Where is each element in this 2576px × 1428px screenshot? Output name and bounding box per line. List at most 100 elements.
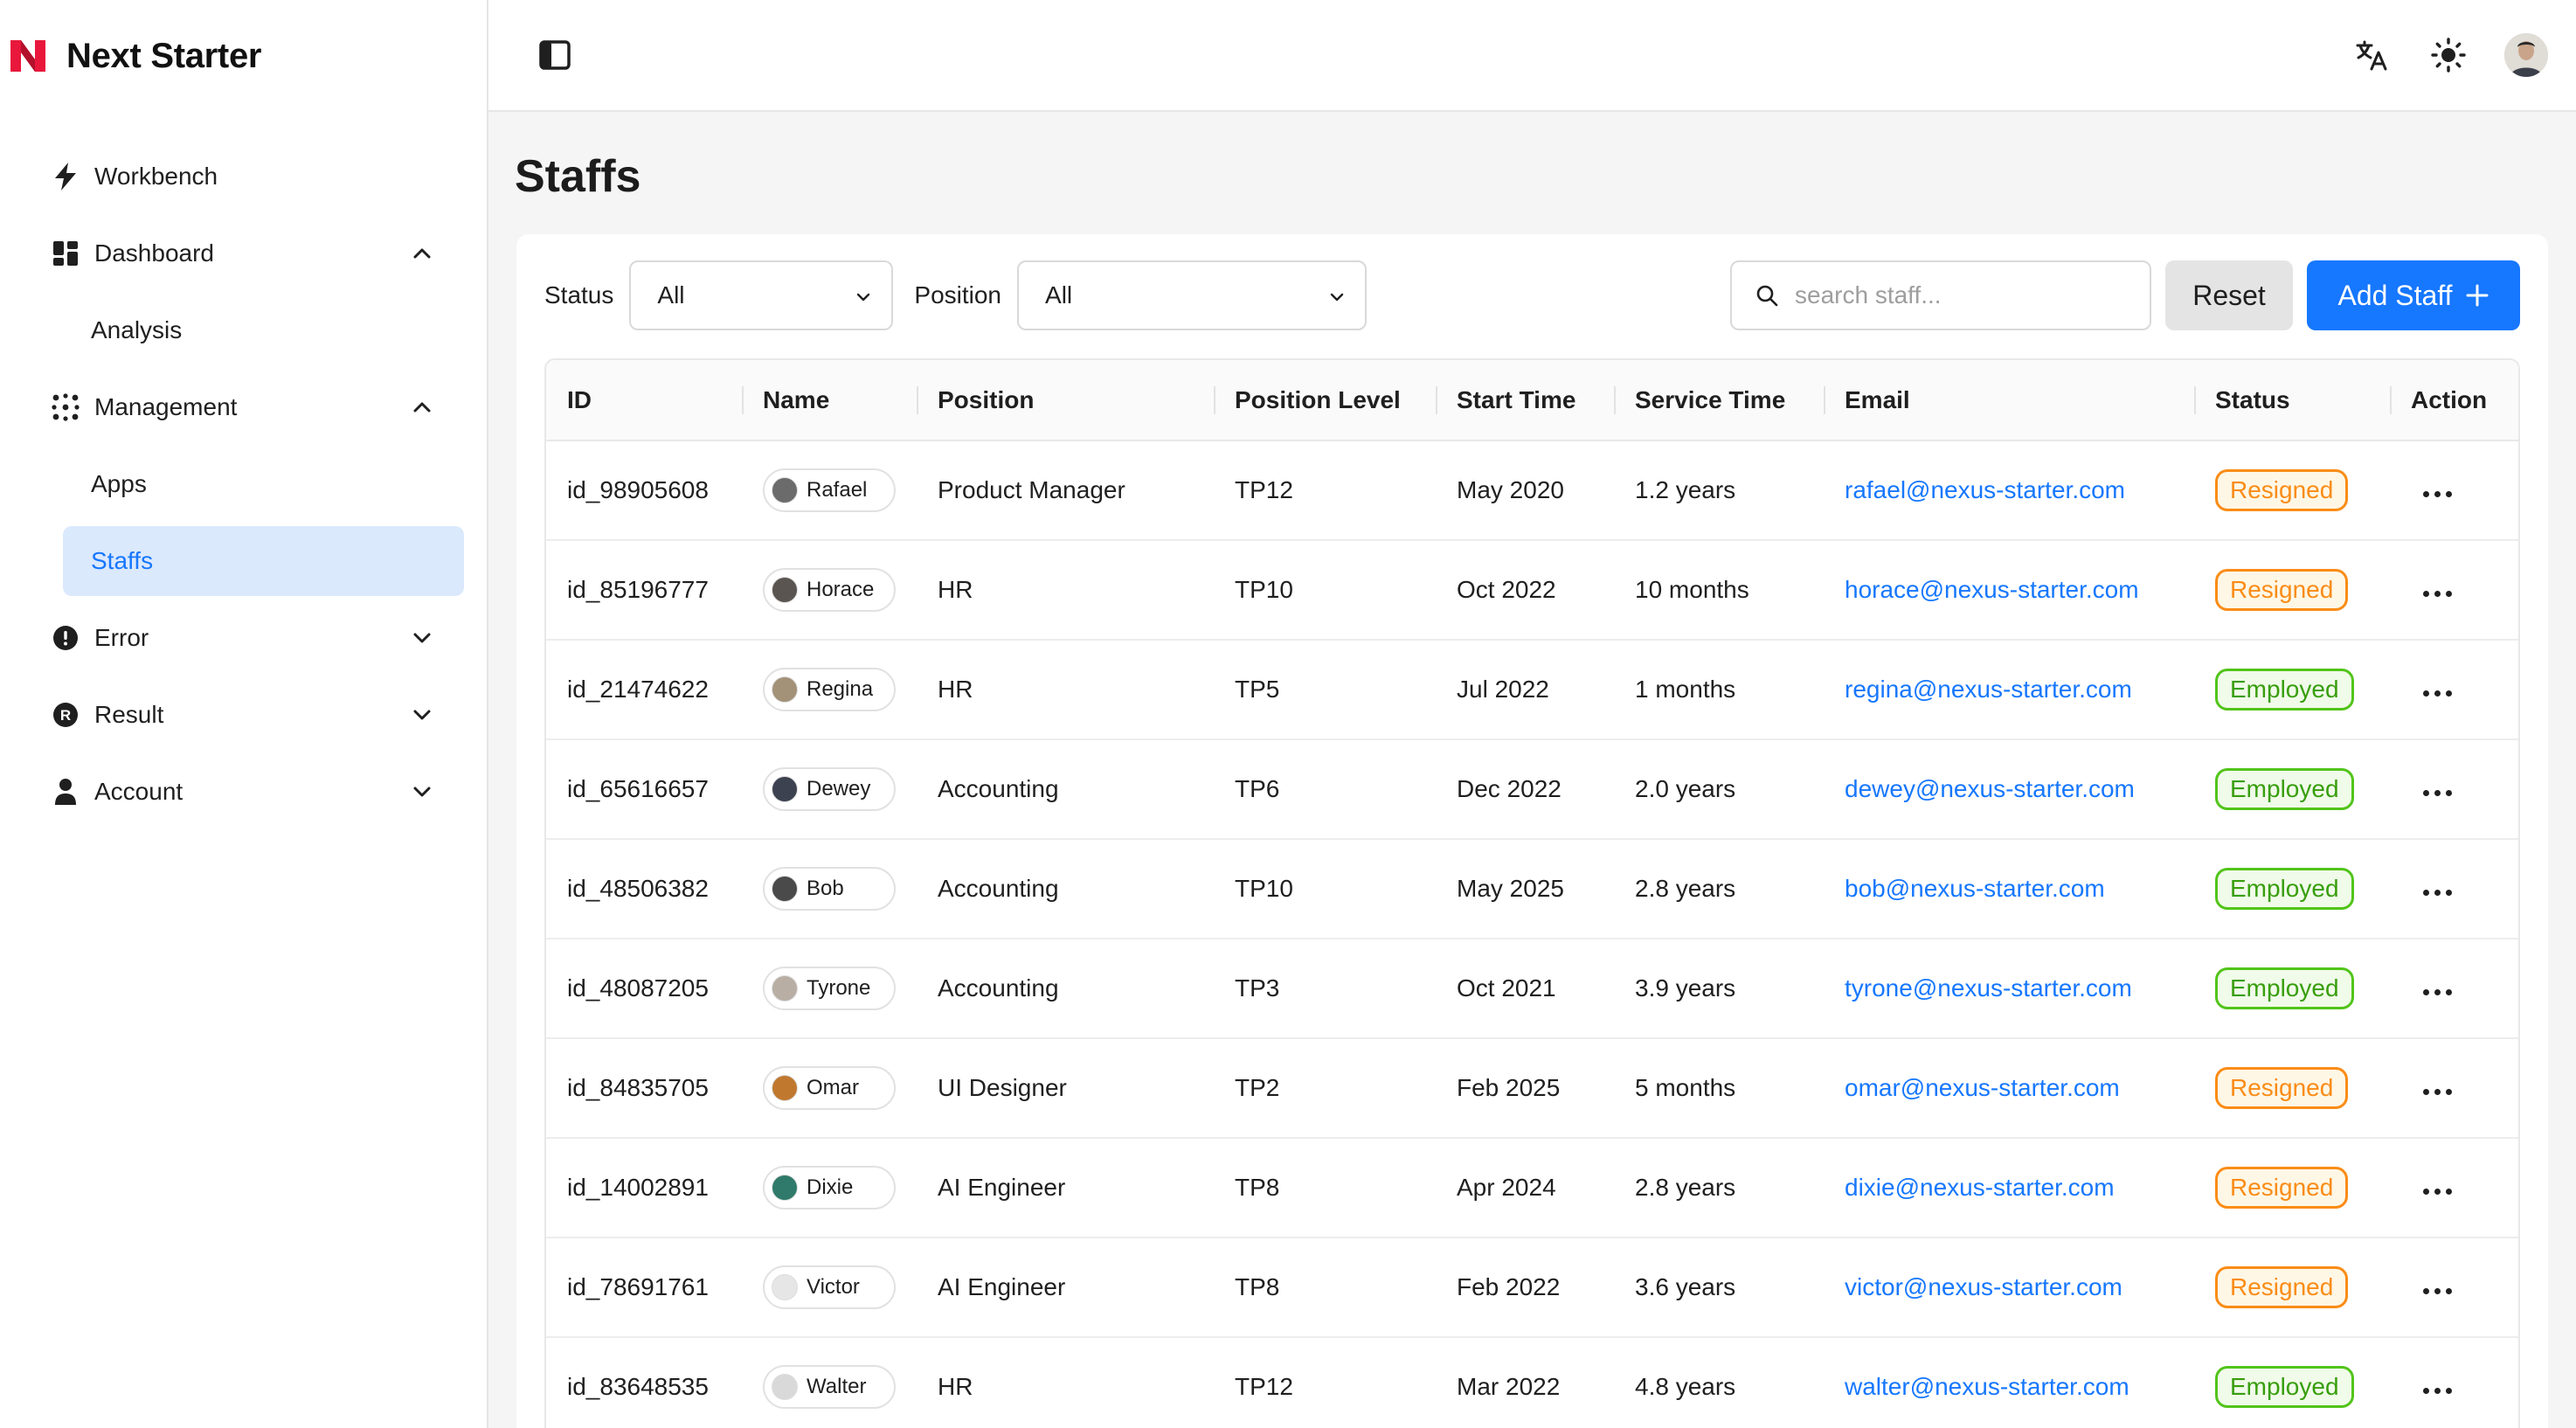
column-header[interactable]: Position: [917, 360, 1214, 441]
staff-email-link[interactable]: bob@nexus-starter.com: [1845, 875, 2105, 902]
sidebar-item-workbench[interactable]: Workbench: [38, 142, 460, 211]
table-row[interactable]: id_21474622 Regina HR TP5 Jul 2022 1 mon…: [546, 640, 2518, 740]
staff-start-time: Dec 2022: [1436, 739, 1614, 840]
reset-button[interactable]: Reset: [2165, 260, 2293, 330]
staff-email-link[interactable]: regina@nexus-starter.com: [1845, 676, 2132, 703]
brand[interactable]: Next Starter: [0, 0, 487, 112]
sidebar-item-management[interactable]: Management: [38, 372, 460, 442]
staff-email-link[interactable]: rafael@nexus-starter.com: [1845, 476, 2125, 503]
position-select[interactable]: All: [1017, 260, 1368, 330]
staff-email-link[interactable]: victor@nexus-starter.com: [1845, 1273, 2122, 1300]
table-row[interactable]: id_98905608 Rafael Product Manager TP12 …: [546, 440, 2518, 541]
sidebar-item-analysis[interactable]: Analysis: [63, 295, 464, 365]
sidebar-item-staffs[interactable]: Staffs: [63, 526, 464, 596]
staff-email-link[interactable]: horace@nexus-starter.com: [1845, 576, 2139, 603]
theme-toggle-button[interactable]: [2427, 34, 2469, 76]
chevron-down-icon: [1330, 293, 1344, 302]
user-avatar[interactable]: [2504, 33, 2548, 77]
table-row[interactable]: id_78691761 Victor AI Engineer TP8 Feb 2…: [546, 1237, 2518, 1338]
filter-bar: Status All Position All search staff... …: [544, 260, 2520, 330]
staff-start-time: Feb 2022: [1436, 1237, 1614, 1338]
sidebar-toggle-button[interactable]: [527, 27, 583, 83]
column-header[interactable]: ID: [546, 360, 742, 441]
more-actions-icon[interactable]: [2411, 582, 2464, 606]
more-actions-icon[interactable]: [2411, 1279, 2464, 1303]
staff-name-chip[interactable]: Bob: [763, 867, 896, 911]
more-actions-icon[interactable]: [2411, 1080, 2464, 1104]
more-actions-icon[interactable]: [2411, 981, 2464, 1004]
staff-status-cell: Resigned: [2194, 1237, 2390, 1338]
staff-email-cell: walter@nexus-starter.com: [1824, 1337, 2194, 1428]
column-header[interactable]: Start Time: [1436, 360, 1614, 441]
more-actions-icon[interactable]: [2411, 682, 2464, 705]
staff-avatar: [772, 676, 798, 703]
more-actions-icon[interactable]: [2411, 482, 2464, 506]
staff-avatar: [772, 1374, 798, 1400]
column-separator: [1824, 386, 1825, 414]
staff-email-link[interactable]: dewey@nexus-starter.com: [1845, 775, 2135, 802]
table-row[interactable]: id_14002891 Dixie AI Engineer TP8 Apr 20…: [546, 1138, 2518, 1238]
staff-name-chip[interactable]: Horace: [763, 568, 896, 612]
staff-email-cell: bob@nexus-starter.com: [1824, 839, 2194, 939]
sidebar-item-error[interactable]: Error: [38, 603, 460, 673]
column-header-label: Position Level: [1235, 385, 1401, 413]
staff-name-chip[interactable]: Dixie: [763, 1166, 896, 1210]
staff-email-link[interactable]: omar@nexus-starter.com: [1845, 1074, 2120, 1101]
app-root: Next Starter Workbench Dashboard Analysi…: [0, 0, 2576, 1428]
staff-name-chip[interactable]: Walter: [763, 1365, 896, 1409]
column-header-label: Position: [938, 385, 1035, 413]
staff-email-link[interactable]: dixie@nexus-starter.com: [1845, 1174, 2115, 1201]
staff-id: id_78691761: [546, 1237, 742, 1338]
column-header[interactable]: Status: [2194, 360, 2390, 441]
staff-name-chip[interactable]: Omar: [763, 1066, 896, 1110]
staff-start-time: May 2020: [1436, 440, 1614, 541]
column-separator: [742, 386, 744, 414]
staff-start-time: May 2025: [1436, 839, 1614, 939]
staff-name-chip[interactable]: Dewey: [763, 767, 896, 811]
staff-service-time: 1 months: [1614, 640, 1824, 740]
staff-name: Walter: [807, 1375, 867, 1398]
staff-table: ID Name Position Position Level Start Ti…: [546, 360, 2518, 1428]
staff-name-chip[interactable]: Regina: [763, 668, 896, 711]
column-header[interactable]: Service Time: [1614, 360, 1824, 441]
staff-name-chip[interactable]: Rafael: [763, 468, 896, 512]
column-separator: [1614, 386, 1616, 414]
add-staff-button[interactable]: Add Staff: [2307, 260, 2520, 330]
staff-id: id_48087205: [546, 939, 742, 1039]
column-header[interactable]: Position Level: [1214, 360, 1436, 441]
language-button[interactable]: [2351, 34, 2392, 76]
staff-level: TP3: [1214, 939, 1436, 1039]
staff-email-link[interactable]: walter@nexus-starter.com: [1845, 1373, 2129, 1400]
more-actions-icon[interactable]: [2411, 781, 2464, 805]
table-row[interactable]: id_48087205 Tyrone Accounting TP3 Oct 20…: [546, 939, 2518, 1039]
staff-email-link[interactable]: tyrone@nexus-starter.com: [1845, 974, 2132, 1002]
column-separator: [917, 386, 918, 414]
page-content: Staffs Status All Position All search st…: [488, 112, 2576, 1428]
sidebar-item-account[interactable]: Account: [38, 757, 460, 827]
staff-name-chip[interactable]: Tyrone: [763, 967, 896, 1010]
sidebar-item-dashboard[interactable]: Dashboard: [38, 218, 460, 288]
column-header-label: Start Time: [1457, 385, 1576, 413]
staff-action-cell: [2390, 640, 2518, 740]
more-actions-icon[interactable]: [2411, 1180, 2464, 1203]
staff-name-chip[interactable]: Victor: [763, 1265, 896, 1309]
table-row[interactable]: id_83648535 Walter HR TP12 Mar 2022 4.8 …: [546, 1337, 2518, 1428]
table-row[interactable]: id_65616657 Dewey Accounting TP6 Dec 202…: [546, 739, 2518, 840]
status-select[interactable]: All: [629, 260, 894, 330]
column-header[interactable]: Name: [742, 360, 917, 441]
search-input[interactable]: [1795, 281, 2127, 309]
more-actions-icon[interactable]: [2411, 881, 2464, 905]
sidebar-item-result[interactable]: R Result: [38, 680, 460, 750]
staff-card: Status All Position All search staff... …: [516, 234, 2548, 1428]
position-select-value: All: [1045, 281, 1073, 308]
staff-email-cell: tyrone@nexus-starter.com: [1824, 939, 2194, 1039]
staff-service-time: 5 months: [1614, 1038, 1824, 1139]
table-row[interactable]: id_84835705 Omar UI Designer TP2 Feb 202…: [546, 1038, 2518, 1139]
column-header[interactable]: Action: [2390, 360, 2518, 441]
more-actions-icon[interactable]: [2411, 1379, 2464, 1403]
sidebar-item-apps[interactable]: Apps: [63, 449, 464, 519]
table-row[interactable]: id_48506382 Bob Accounting TP10 May 2025…: [546, 839, 2518, 939]
header-tools: [2351, 33, 2548, 77]
column-header[interactable]: Email: [1824, 360, 2194, 441]
table-row[interactable]: id_85196777 Horace HR TP10 Oct 2022 10 m…: [546, 540, 2518, 641]
